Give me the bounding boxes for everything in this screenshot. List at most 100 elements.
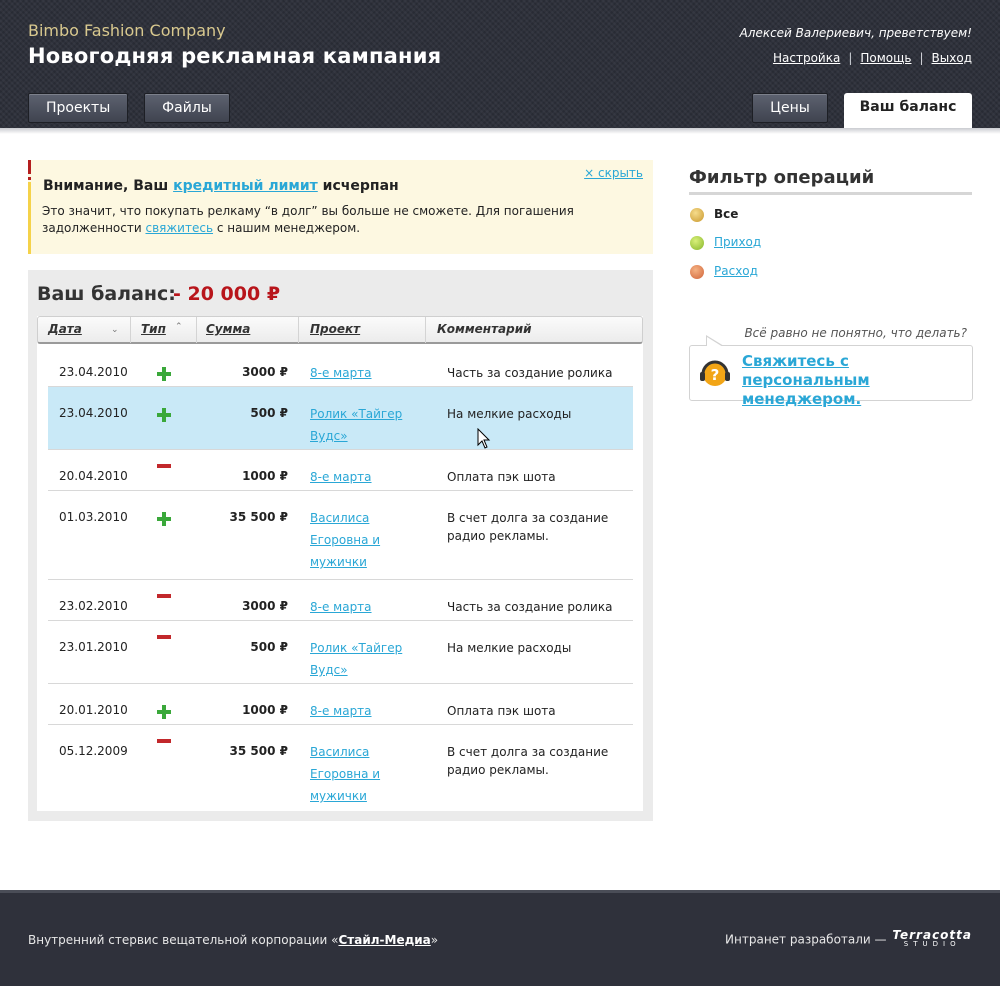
credit-warning: × скрыть Внимание, Ваш кредитный лимит и… bbox=[28, 160, 653, 254]
help-link[interactable]: Помощь bbox=[860, 51, 911, 65]
project-link[interactable]: 8-е марта bbox=[310, 600, 372, 614]
terracotta-logo[interactable]: Terracotta STUDIO bbox=[892, 928, 972, 949]
contact-manager-link[interactable]: Свяжитесь с персональным менеджером. bbox=[742, 352, 970, 409]
column-project[interactable]: Проект bbox=[310, 317, 360, 343]
column-divider bbox=[130, 317, 131, 343]
cell-sum: 500 ₽ bbox=[250, 406, 288, 420]
nav-files-button[interactable]: Файлы bbox=[144, 93, 230, 123]
filter-all-label: Все bbox=[714, 207, 739, 221]
settings-link[interactable]: Настройка bbox=[773, 51, 840, 65]
cell-sum: 35 500 ₽ bbox=[229, 510, 288, 524]
help-callout: ? Свяжитесь с персональным менеджером. bbox=[689, 335, 973, 408]
credit-limit-link[interactable]: кредитный лимит bbox=[173, 178, 318, 194]
warning-title: Внимание, Ваш кредитный лимит исчерпан bbox=[43, 178, 399, 194]
filter-divider bbox=[689, 192, 972, 195]
cell-project: Ролик «Тайгер Вудс» bbox=[310, 403, 420, 447]
table-row[interactable]: 20.01.2010 1000 ₽ 8-е марта Оплата пэк шота bbox=[48, 684, 633, 725]
warning-text: Это значит, что покупать релкаму “в долг… bbox=[42, 203, 648, 237]
table-row[interactable]: 23.02.2010 3000 ₽ 8-е марта Часть за создан… bbox=[48, 580, 633, 621]
developer-text: Интранет разработали — bbox=[725, 932, 891, 947]
cell-sum: 1000 ₽ bbox=[242, 703, 288, 717]
minus-icon bbox=[157, 635, 171, 639]
callout-tail-inner bbox=[707, 337, 723, 347]
plus-icon bbox=[157, 512, 171, 526]
footer: Внутренний стервис вещательной корпораци… bbox=[0, 890, 1000, 986]
developer-credits: Интранет разработали — Terracotta STUDIO bbox=[725, 928, 972, 949]
minus-icon bbox=[157, 739, 171, 743]
column-comment: Комментарий bbox=[437, 322, 532, 336]
nav-prices-button[interactable]: Цены bbox=[752, 93, 828, 123]
filter-expense-label: Расход bbox=[714, 264, 758, 278]
cell-comment: На мелкие расходы bbox=[447, 407, 572, 421]
cell-type bbox=[157, 704, 171, 726]
table-row[interactable]: 20.04.2010 1000 ₽ 8-е марта Оплата пэк шота bbox=[48, 450, 633, 491]
page-title: Новогодняя рекламная кампания bbox=[28, 44, 442, 68]
header: Bimbo Fashion Company Новогодняя рекламн… bbox=[0, 0, 1000, 133]
table-row[interactable]: 01.03.2010 35 500 ₽ Василиса Егоровна и му… bbox=[48, 491, 633, 580]
warning-text-suffix: с нашим менеджером. bbox=[213, 221, 361, 235]
user-links: Настройка | Помощь | Выход bbox=[773, 51, 972, 65]
project-link[interactable]: 8-е марта bbox=[310, 704, 372, 718]
user-greeting: Алексей Валериевич, преветствуем! bbox=[739, 26, 972, 40]
project-link[interactable]: Василиса Егоровна и мужички bbox=[310, 745, 380, 803]
cell-comment: Оплата пэк шота bbox=[447, 470, 556, 484]
cell-project: 8-е марта bbox=[310, 466, 420, 488]
column-divider bbox=[196, 317, 197, 343]
cell-comment: Оплата пэк шота bbox=[447, 704, 556, 718]
project-link[interactable]: Василиса Егоровна и мужички bbox=[310, 511, 380, 569]
coin-icon bbox=[690, 265, 704, 279]
company-name: Bimbo Fashion Company bbox=[28, 21, 226, 40]
minus-icon bbox=[157, 464, 171, 468]
table-row[interactable]: 05.12.2009 35 500 ₽ Василиса Егоровна и му… bbox=[48, 725, 633, 814]
headset-icon: ? bbox=[700, 360, 730, 386]
cell-project: 8-е марта bbox=[310, 700, 420, 722]
cell-date: 23.02.2010 bbox=[59, 599, 128, 613]
cell-comment: Часть за создание ролика bbox=[447, 366, 613, 380]
chevron-up-icon[interactable]: ⌃ bbox=[175, 322, 183, 332]
column-date[interactable]: Дата bbox=[48, 317, 82, 343]
project-link[interactable]: Ролик «Тайгер Вудс» bbox=[310, 407, 402, 443]
cell-date: 01.03.2010 bbox=[59, 510, 128, 524]
table-row[interactable]: 23.04.2010 3000 ₽ 8-е марта Часть за создан… bbox=[48, 346, 633, 387]
cell-type bbox=[157, 366, 171, 388]
column-type[interactable]: Тип bbox=[141, 317, 166, 343]
balance-value: - 20 000 ₽ bbox=[173, 283, 281, 305]
brand-name: Terracotta bbox=[892, 928, 972, 942]
plus-icon bbox=[157, 705, 171, 719]
project-link[interactable]: 8-е марта bbox=[310, 366, 372, 380]
table-row[interactable]: 23.01.2010 500 ₽ Ролик «Тайгер Вудс» На мел… bbox=[48, 621, 633, 684]
column-divider bbox=[298, 317, 299, 343]
balance-label: Ваш баланс: bbox=[37, 283, 176, 305]
balance-panel: Ваш баланс: - 20 000 ₽ Дата ⌄ Тип ⌃ Сумм… bbox=[28, 270, 653, 821]
table-header: Дата ⌄ Тип ⌃ Сумма Проект Комментарий bbox=[37, 316, 643, 344]
cell-date: 20.04.2010 bbox=[59, 469, 128, 483]
cell-sum: 3000 ₽ bbox=[242, 365, 288, 379]
cell-type bbox=[157, 407, 171, 429]
cell-project: Ролик «Тайгер Вудс» bbox=[310, 637, 420, 681]
cell-sum: 1000 ₽ bbox=[242, 469, 288, 483]
style-media-link[interactable]: Стайл-Медиа bbox=[338, 933, 430, 947]
tab-balance[interactable]: Ваш баланс bbox=[844, 93, 972, 133]
footer-text: Внутренний стервис вещательной корпораци… bbox=[28, 933, 339, 947]
header-shadow bbox=[0, 128, 1000, 134]
cell-type bbox=[157, 511, 171, 533]
logout-link[interactable]: Выход bbox=[932, 51, 972, 65]
contact-link[interactable]: свяжитесь bbox=[145, 221, 213, 235]
filter-income-label: Приход bbox=[714, 235, 762, 249]
nav-projects-button[interactable]: Проекты bbox=[28, 93, 128, 123]
table-row[interactable]: 23.04.2010 500 ₽ Ролик «Тайгер Вудс» На мел… bbox=[48, 387, 633, 450]
project-link[interactable]: 8-е марта bbox=[310, 470, 372, 484]
cell-type bbox=[157, 464, 171, 492]
column-sum[interactable]: Сумма bbox=[206, 317, 250, 343]
footer-text-suffix: » bbox=[430, 933, 439, 947]
cell-date: 20.01.2010 bbox=[59, 703, 128, 717]
cell-date: 23.04.2010 bbox=[59, 406, 128, 420]
mouse-cursor-icon bbox=[477, 428, 491, 449]
cell-comment: Часть за создание ролика bbox=[447, 600, 613, 614]
cell-date: 23.04.2010 bbox=[59, 365, 128, 379]
hide-warning-link[interactable]: × скрыть bbox=[584, 166, 643, 180]
cell-project: 8-е марта bbox=[310, 596, 420, 618]
chevron-down-icon[interactable]: ⌄ bbox=[111, 325, 119, 335]
project-link[interactable]: Ролик «Тайгер Вудс» bbox=[310, 641, 402, 677]
warning-accent-bar bbox=[28, 182, 31, 254]
